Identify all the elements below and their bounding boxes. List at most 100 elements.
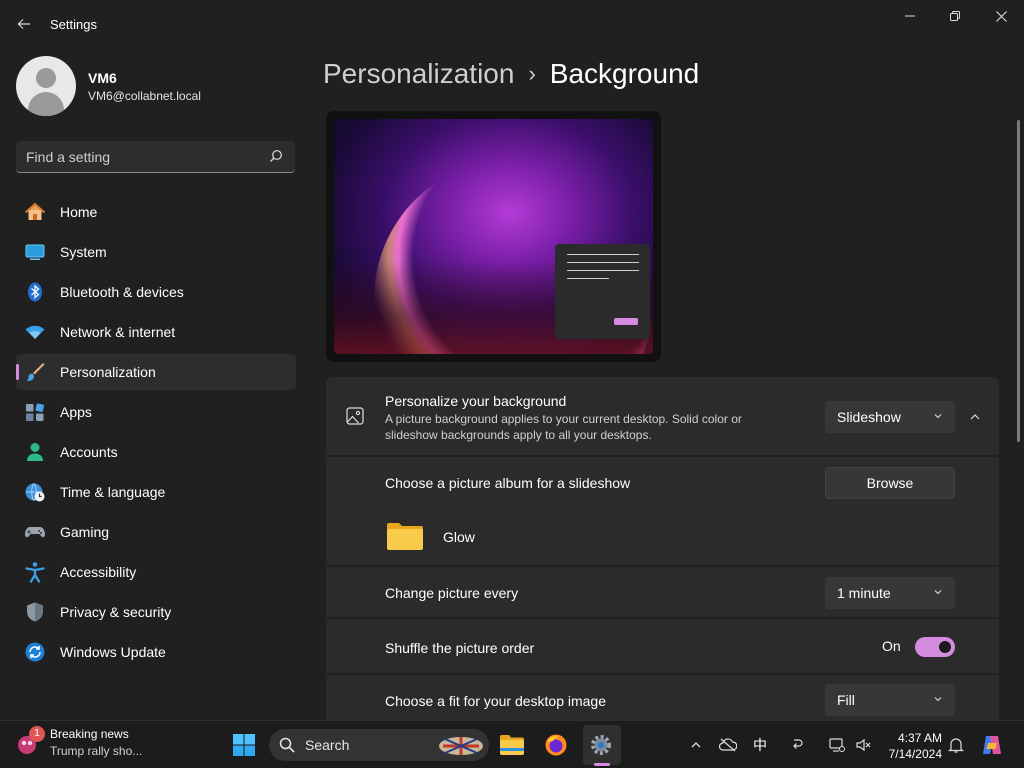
close-icon xyxy=(995,10,1007,22)
bell-icon xyxy=(948,738,964,753)
sidebar-item-network[interactable]: Network & internet xyxy=(16,314,296,350)
shield-icon xyxy=(24,601,46,623)
interval-value: 1 minute xyxy=(837,585,891,601)
accessibility-icon xyxy=(24,561,46,583)
sidebar-item-home[interactable]: Home xyxy=(16,194,296,230)
accounts-icon xyxy=(24,441,46,463)
taskbar-search[interactable]: Search xyxy=(269,729,489,761)
apps-icon xyxy=(24,401,46,423)
shuffle-row: Shuffle the picture order On xyxy=(326,619,999,675)
notifications-button[interactable] xyxy=(941,729,971,761)
start-button[interactable] xyxy=(228,729,260,761)
sidebar-item-gaming[interactable]: Gaming xyxy=(16,514,296,550)
settings-search[interactable] xyxy=(16,141,295,173)
restore-button[interactable] xyxy=(932,0,978,32)
search-input[interactable] xyxy=(26,148,266,165)
sidebar-item-privacy[interactable]: Privacy & security xyxy=(16,594,296,630)
wifi-icon xyxy=(24,321,46,343)
breadcrumb: Personalization › Background xyxy=(323,58,699,90)
fit-row: Choose a fit for your desktop image Fill xyxy=(326,675,999,723)
sidebar-item-bluetooth[interactable]: Bluetooth & devices xyxy=(16,274,296,310)
sidebar-item-accessibility[interactable]: Accessibility xyxy=(16,554,296,590)
news-widget[interactable]: 1 Breaking news Trump rally sho... xyxy=(16,725,143,758)
sidebar-item-label: Gaming xyxy=(60,524,110,540)
home-icon xyxy=(24,201,46,223)
clock-date: 7/14/2024 xyxy=(888,747,942,761)
close-button[interactable] xyxy=(978,0,1024,32)
minimize-icon xyxy=(905,15,915,17)
desktop-preview xyxy=(326,111,661,362)
copilot-icon xyxy=(983,736,1001,754)
show-hidden-icons-button[interactable] xyxy=(681,729,711,761)
file-explorer-button[interactable] xyxy=(496,729,528,761)
fit-dropdown[interactable]: Fill xyxy=(825,684,955,716)
sidebar-item-label: Home xyxy=(60,204,98,220)
ime-mode-button[interactable] xyxy=(783,729,813,761)
sidebar-item-label: Privacy & security xyxy=(60,604,172,620)
globe-clock-icon xyxy=(24,481,46,503)
input-language-icon[interactable]: 中 xyxy=(745,729,775,761)
background-description: A picture background applies to your cur… xyxy=(385,412,742,442)
profile-email: VM6@collabnet.local xyxy=(88,88,201,103)
background-title: Personalize your background xyxy=(385,393,567,409)
cloud-offline-icon xyxy=(719,738,737,752)
background-type-dropdown[interactable]: Slideshow xyxy=(825,401,955,433)
album-name: Glow xyxy=(443,529,475,545)
brush-icon xyxy=(24,361,46,383)
breadcrumb-separator: › xyxy=(528,61,536,86)
background-type-value: Slideshow xyxy=(837,409,901,425)
sidebar-item-apps[interactable]: Apps xyxy=(16,394,296,430)
scrollbar[interactable] xyxy=(1017,120,1020,442)
taskbar-search-label: Search xyxy=(305,737,350,753)
sidebar-item-system[interactable]: System xyxy=(16,234,296,270)
clock-time: 4:37 AM xyxy=(897,731,942,745)
sidebar-item-windows-update[interactable]: Windows Update xyxy=(16,634,296,670)
user-profile[interactable]: VM6 VM6@collabnet.local xyxy=(16,56,201,116)
browse-button[interactable]: Browse xyxy=(825,467,955,499)
page-title: Background xyxy=(549,58,700,89)
title-bar: Settings xyxy=(0,0,1024,48)
news-subtitle: Trump rally sho... xyxy=(50,744,143,758)
folder-icon xyxy=(500,735,524,755)
shuffle-toggle[interactable] xyxy=(915,637,955,657)
search-icon xyxy=(270,150,282,162)
settings-taskbar-button[interactable] xyxy=(585,729,617,761)
sidebar-item-label: System xyxy=(60,244,107,260)
onedrive-button[interactable] xyxy=(713,729,743,761)
gamepad-icon xyxy=(24,521,46,543)
firefox-icon xyxy=(545,734,567,756)
back-button[interactable] xyxy=(10,10,38,38)
personalize-background-row: Personalize your background A picture ba… xyxy=(326,377,999,457)
copilot-button[interactable] xyxy=(976,729,1008,761)
bluetooth-icon xyxy=(24,281,46,303)
folder-icon xyxy=(386,521,424,556)
app-title: Settings xyxy=(50,17,97,32)
search-highlight-icon xyxy=(437,733,485,760)
firefox-button[interactable] xyxy=(540,729,572,761)
active-app-indicator xyxy=(594,763,610,766)
sidebar-item-label: Windows Update xyxy=(60,644,166,660)
sidebar-item-accounts[interactable]: Accounts xyxy=(16,434,296,470)
search-icon xyxy=(279,737,295,753)
sidebar-item-label: Network & internet xyxy=(60,324,176,340)
minimize-button[interactable] xyxy=(887,0,933,32)
clock[interactable]: 4:37 AM 7/14/2024 xyxy=(880,730,942,762)
windows-logo-icon xyxy=(233,734,255,756)
shuffle-label: Shuffle the picture order xyxy=(385,640,535,656)
fit-label: Choose a fit for your desktop image xyxy=(385,693,607,709)
volume-button[interactable] xyxy=(848,729,878,761)
preview-window xyxy=(555,244,650,339)
sidebar-item-label: Time & language xyxy=(60,484,166,500)
update-icon xyxy=(24,641,46,663)
sidebar-item-personalization[interactable]: Personalization xyxy=(16,354,296,390)
breadcrumb-parent[interactable]: Personalization xyxy=(323,58,514,90)
sidebar-item-label: Personalization xyxy=(60,364,156,380)
chevron-down-icon xyxy=(934,414,942,419)
news-icon: 1 xyxy=(16,725,45,756)
collapse-button[interactable] xyxy=(964,406,986,428)
sidebar-item-label: Apps xyxy=(60,404,92,420)
sidebar-item-time-language[interactable]: Time & language xyxy=(16,474,296,510)
sidebar-item-label: Accessibility xyxy=(60,564,137,580)
interval-label: Change picture every xyxy=(385,585,519,601)
interval-dropdown[interactable]: 1 minute xyxy=(825,577,955,609)
